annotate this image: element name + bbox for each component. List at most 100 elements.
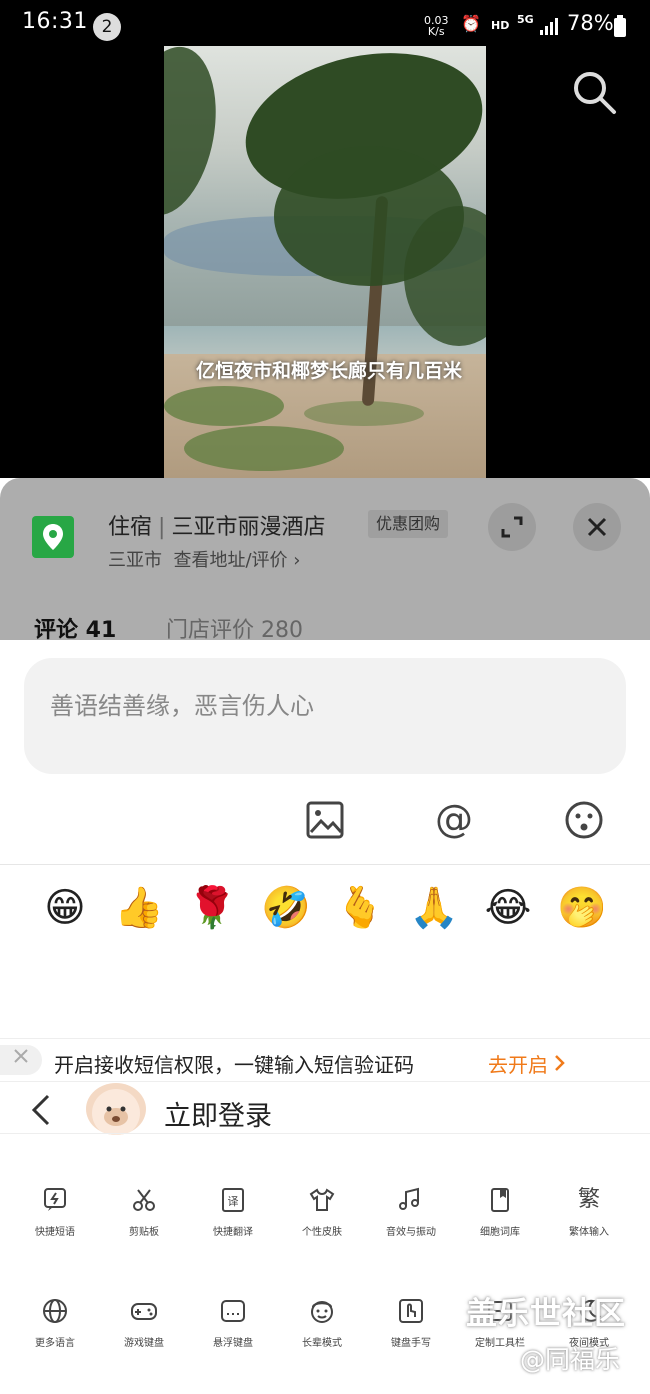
close-button[interactable] — [573, 503, 621, 551]
battery-level: 78% — [567, 11, 614, 35]
translate-icon: 译 — [222, 1188, 244, 1212]
tool-elder-mode[interactable]: 长辈模式 — [277, 1297, 367, 1350]
emoji-pray[interactable]: 🙏 — [406, 880, 462, 936]
tab-store-reviews[interactable]: 门店评价 280 — [166, 612, 303, 644]
sms-permission-text: 开启接收短信权限，一键输入短信验证码 — [54, 1053, 414, 1077]
video-frame: 亿恒夜市和椰梦长廊只有几百米 — [164, 46, 486, 478]
tool-label: 更多语言 — [35, 1338, 75, 1349]
tool-label: 繁体输入 — [569, 1227, 609, 1238]
signal-icon — [540, 17, 560, 39]
globe-icon — [43, 1299, 67, 1323]
network-type: 5G — [517, 13, 534, 26]
search-icon — [574, 72, 616, 114]
poi-title[interactable]: 住宿 | 三亚市丽漫酒店 — [108, 509, 325, 541]
hd-indicator: HD — [491, 19, 510, 32]
poi-city: 三亚市 — [108, 550, 162, 571]
tool-label: 音效与振动 — [386, 1227, 436, 1238]
poi-name: 三亚市丽漫酒店 — [171, 515, 326, 540]
tool-quick-translate[interactable]: 译 快捷翻译 — [188, 1186, 278, 1239]
tab-comments[interactable]: 评论 41 — [34, 612, 116, 644]
emoji-button[interactable] — [564, 800, 604, 840]
tool-label: 快捷翻译 — [213, 1227, 253, 1238]
alarm-icon: ⏰ — [461, 14, 481, 33]
mention-button[interactable]: @ — [434, 797, 474, 841]
back-button[interactable] — [28, 1092, 54, 1128]
comment-placeholder: 善语结善缘，恶言伤人心 — [50, 692, 314, 720]
watermark-author: @同福乐 — [520, 1345, 621, 1374]
grass-patch — [184, 426, 344, 471]
music-icon — [399, 1187, 419, 1210]
divider — [0, 864, 650, 865]
book-icon — [491, 1188, 509, 1212]
tool-label: 剪贴板 — [129, 1227, 159, 1238]
svg-text:译: 译 — [228, 1195, 239, 1208]
tool-traditional-input[interactable]: 繁 繁体输入 — [544, 1186, 634, 1239]
handwriting-icon — [399, 1299, 423, 1323]
poi-subtitle[interactable]: 三亚市 查看地址/评价 › — [108, 546, 300, 572]
emoji-rose[interactable]: 🌹 — [184, 880, 240, 936]
net-speed: 0.03 K/s — [424, 15, 449, 37]
tool-label: 游戏键盘 — [124, 1338, 164, 1349]
poi-category: 住宿 — [108, 515, 153, 540]
title-separator: | — [158, 515, 166, 540]
sms-enable-link[interactable]: 去开启 — [488, 1049, 566, 1078]
emoji-thumbs-up[interactable]: 👍 — [111, 880, 167, 936]
tool-label: 长辈模式 — [302, 1338, 342, 1349]
emoji-rofl[interactable]: 🤣 — [258, 880, 314, 936]
image-icon — [306, 801, 344, 839]
net-speed-unit: K/s — [427, 25, 445, 38]
tool-quick-phrase[interactable]: 快捷短语 — [10, 1186, 100, 1239]
tool-label: 悬浮键盘 — [213, 1338, 253, 1349]
notification-count-badge: 2 — [93, 13, 121, 41]
status-bar: 16:31 2 0.03 K/s ⏰ HD 5G 78% — [0, 0, 650, 46]
tool-label: 定制工具栏 — [475, 1338, 525, 1349]
close-icon — [587, 517, 607, 537]
tool-cell-dictionary[interactable]: 细胞词库 — [455, 1186, 545, 1239]
close-icon — [14, 1049, 28, 1063]
tool-sound-vibration[interactable]: 音效与振动 — [366, 1186, 456, 1239]
emoji-grin[interactable]: 😁 — [37, 880, 93, 936]
video-caption: 亿恒夜市和椰梦长廊只有几百米 — [195, 360, 462, 382]
tool-label: 键盘手写 — [391, 1338, 431, 1349]
at-icon: @ — [435, 797, 473, 841]
image-button[interactable] — [305, 800, 345, 840]
tool-handwriting[interactable]: 键盘手写 — [366, 1297, 456, 1350]
sms-bar-close-button[interactable] — [0, 1045, 42, 1075]
grass-patch — [164, 386, 284, 426]
tshirt-icon — [309, 1188, 335, 1211]
elder-face-icon — [311, 1301, 333, 1323]
emoji-finger-heart[interactable]: 🫰 — [332, 880, 388, 936]
chevron-left-icon — [31, 1094, 50, 1126]
tool-game-keyboard[interactable]: 游戏键盘 — [99, 1297, 189, 1350]
emoji-joy[interactable]: 😂 — [480, 880, 536, 936]
tool-more-languages[interactable]: 更多语言 — [10, 1297, 100, 1350]
traditional-char-icon: 繁 — [577, 1187, 600, 1212]
search-button[interactable] — [570, 68, 618, 116]
tool-clipboard[interactable]: 剪贴板 — [99, 1186, 189, 1239]
tool-label: 快捷短语 — [35, 1227, 75, 1238]
tool-label: 个性皮肤 — [302, 1227, 342, 1238]
svg-text:@: @ — [435, 800, 473, 840]
login-button[interactable]: 立即登录 — [164, 1094, 272, 1133]
emoji-hand-over-mouth[interactable]: 🤭 — [554, 880, 610, 936]
divider — [0, 1133, 650, 1134]
video-player[interactable]: 亿恒夜市和椰梦长廊只有几百米 — [0, 46, 650, 478]
tool-floating-keyboard[interactable]: 悬浮键盘 — [188, 1297, 278, 1350]
floating-keyboard-icon — [221, 1300, 245, 1322]
expand-button[interactable] — [488, 503, 536, 551]
smiley-icon — [565, 801, 603, 839]
gamepad-icon — [131, 1303, 157, 1320]
location-pin-icon — [32, 516, 74, 558]
quick-phrase-icon — [44, 1188, 66, 1211]
avatar[interactable] — [86, 1083, 146, 1135]
poi-link[interactable]: 查看地址/评价 › — [173, 550, 300, 571]
expand-icon — [501, 516, 523, 538]
battery-icon — [614, 15, 626, 41]
status-time: 16:31 — [22, 9, 88, 34]
scissors-icon — [133, 1189, 155, 1211]
tool-skin[interactable]: 个性皮肤 — [277, 1186, 367, 1239]
chevron-right-icon — [555, 1055, 566, 1071]
promo-badge[interactable]: 优惠团购 — [368, 510, 449, 538]
mascot-avatar-icon — [92, 1089, 140, 1135]
watermark-title: 盖乐世社区 — [466, 1296, 626, 1332]
